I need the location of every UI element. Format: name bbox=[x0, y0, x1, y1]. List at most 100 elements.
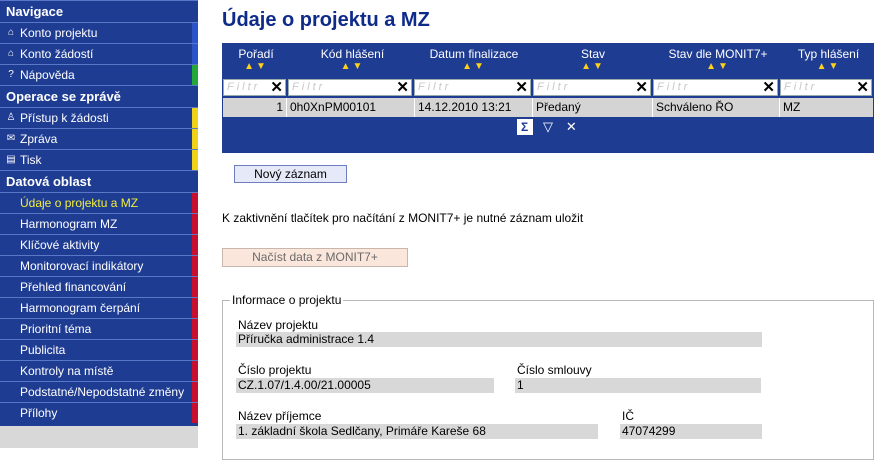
sidebar-item-color-bar bbox=[192, 382, 198, 402]
sidebar-item-color-bar bbox=[192, 65, 198, 85]
table-row[interactable]: 1 0h0XnPM00101 14.12.2010 13:21 Předaný … bbox=[223, 98, 873, 117]
sidebar-item-label: Konto projektu bbox=[20, 26, 98, 40]
sidebar-filler bbox=[0, 426, 198, 448]
filter-input-typ[interactable]: Filtr ✕ bbox=[780, 79, 872, 96]
sidebar-section-title: Operace se zprávě bbox=[0, 85, 198, 107]
sidebar-item[interactable]: Harmonogram MZ bbox=[0, 213, 198, 234]
column-header-typ[interactable]: Typ hlášení ▲▼ bbox=[783, 47, 874, 73]
filter-input-stav-monit[interactable]: Filtr ✕ bbox=[653, 79, 778, 96]
cell-stav: Předaný bbox=[533, 98, 653, 117]
sort-arrows-icon[interactable]: ▲▼ bbox=[222, 61, 290, 73]
home-icon: ⌂ bbox=[7, 27, 15, 38]
recipient-label: Název příjemce bbox=[238, 409, 322, 423]
column-header-poradi[interactable]: Pořadí ▲▼ bbox=[222, 47, 290, 73]
sidebar-item-color-bar bbox=[192, 340, 198, 360]
filter-icon[interactable]: ▽ bbox=[540, 119, 556, 135]
column-header-datum[interactable]: Datum finalizace ▲▼ bbox=[415, 47, 533, 73]
sort-arrows-icon[interactable]: ▲▼ bbox=[783, 61, 874, 73]
sort-arrows-icon[interactable]: ▲▼ bbox=[415, 61, 533, 73]
sidebar-item-label: Publicita bbox=[20, 343, 66, 357]
filter-input-stav[interactable]: Filtr ✕ bbox=[533, 79, 651, 96]
clear-filter-icon[interactable]: ✕ bbox=[270, 78, 283, 96]
sidebar-item[interactable]: Kontroly na místě bbox=[0, 360, 198, 381]
project-info-legend: Informace o projektu bbox=[230, 293, 344, 307]
project-number-field: CZ.1.07/1.4.00/21.00005 bbox=[236, 378, 494, 393]
column-header-stav-monit[interactable]: Stav dle MONIT7+ ▲▼ bbox=[653, 47, 783, 73]
sidebar-item-label: Údaje o projektu a MZ bbox=[20, 196, 139, 210]
sidebar-item-label: Kontroly na místě bbox=[20, 364, 114, 378]
sidebar-item-color-bar bbox=[192, 150, 198, 170]
sidebar-item[interactable]: ♙ Přístup k žádosti bbox=[0, 107, 198, 128]
sum-icon[interactable]: Σ bbox=[516, 119, 533, 135]
filter-input-datum[interactable]: Filtr ✕ bbox=[414, 79, 531, 96]
envelope-icon: ✉ bbox=[6, 133, 16, 144]
sidebar-item[interactable]: Přílohy bbox=[0, 402, 198, 423]
clear-filter-icon[interactable]: ✕ bbox=[396, 78, 409, 96]
new-record-button[interactable]: Nový záznam bbox=[234, 165, 347, 183]
sidebar-item-color-bar bbox=[192, 256, 198, 276]
sidebar-item-color-bar bbox=[192, 129, 198, 149]
cell-stav-monit: Schváleno ŘO bbox=[653, 98, 780, 117]
project-number-label: Číslo projektu bbox=[238, 363, 312, 377]
clear-filter-icon[interactable]: ✕ bbox=[856, 78, 869, 96]
sidebar-item[interactable]: Přehled financování bbox=[0, 276, 198, 297]
filter-input-poradi[interactable]: Filtr ✕ bbox=[223, 79, 286, 96]
ic-label: IČ bbox=[622, 409, 634, 423]
sidebar-item[interactable]: ? Nápověda bbox=[0, 64, 198, 85]
user-icon: ♙ bbox=[6, 112, 16, 123]
sidebar-item[interactable]: Harmonogram čerpání bbox=[0, 297, 198, 318]
sort-arrows-icon[interactable]: ▲▼ bbox=[533, 61, 653, 73]
column-header-stav[interactable]: Stav ▲▼ bbox=[533, 47, 653, 73]
filter-input-kod[interactable]: Filtr ✕ bbox=[288, 79, 412, 96]
sidebar-item[interactable]: Podstatné/Nepodstatné změny bbox=[0, 381, 198, 402]
project-name-field: Příručka administrace 1.4 bbox=[236, 332, 762, 347]
sidebar-item[interactable]: ⌂ Konto žádostí bbox=[0, 43, 198, 64]
sidebar-item[interactable]: ⌂ Konto projektu bbox=[0, 22, 198, 43]
clear-filter-icon[interactable]: ✕ bbox=[635, 78, 648, 96]
sidebar-item-label: Přístup k žádosti bbox=[20, 111, 109, 125]
sidebar-item-label: Přílohy bbox=[20, 406, 58, 420]
cell-poradi: 1 bbox=[223, 98, 287, 117]
sidebar-item-color-bar bbox=[192, 44, 198, 64]
contract-number-label: Číslo smlouvy bbox=[517, 363, 592, 377]
clear-filter-icon[interactable]: ✕ bbox=[563, 119, 579, 135]
sidebar-item[interactable]: Klíčové aktivity bbox=[0, 234, 198, 255]
clear-filter-icon[interactable]: ✕ bbox=[515, 78, 528, 96]
sidebar-item-label: Monitorovací indikátory bbox=[20, 259, 144, 273]
sidebar-item[interactable]: Publicita bbox=[0, 339, 198, 360]
sidebar-item-label: Podstatné/Nepodstatné změny bbox=[20, 385, 185, 399]
page-title: Údaje o projektu a MZ bbox=[222, 9, 430, 31]
column-header-kod[interactable]: Kód hlášení ▲▼ bbox=[290, 47, 415, 73]
sidebar: Navigace ⌂ Konto projektu ⌂ Konto žádostí? Ná… bbox=[0, 0, 198, 448]
sidebar-item-color-bar bbox=[192, 361, 198, 381]
sidebar-item-color-bar bbox=[192, 298, 198, 318]
sidebar-item[interactable]: ✉ Zpráva bbox=[0, 128, 198, 149]
hint-text: K zaktivnění tlačítek pro načítání z MON… bbox=[222, 211, 584, 225]
sidebar-item-label: Zpráva bbox=[20, 132, 58, 146]
sidebar-item[interactable]: Monitorovací indikátory bbox=[0, 255, 198, 276]
cell-kod: 0h0XnPM00101 bbox=[287, 98, 415, 117]
sidebar-item-label: Nápověda bbox=[20, 68, 75, 82]
sidebar-item[interactable]: Prioritní téma bbox=[0, 318, 198, 339]
sort-arrows-icon[interactable]: ▲▼ bbox=[290, 61, 415, 73]
grid-toolbar: Σ ▽ ✕ bbox=[222, 119, 874, 135]
sidebar-item-color-bar bbox=[192, 235, 198, 255]
sidebar-item-label: Klíčové aktivity bbox=[20, 238, 100, 252]
records-grid: Pořadí ▲▼ Kód hlášení ▲▼ Datum finalizace ▲… bbox=[222, 43, 874, 153]
sidebar-item[interactable]: ▤ Tisk bbox=[0, 149, 198, 170]
sidebar-item-label: Přehled financování bbox=[20, 280, 127, 294]
recipient-field: 1. základní škola Sedlčany, Primáře Kare… bbox=[236, 424, 598, 439]
sidebar-item-label: Konto žádostí bbox=[20, 47, 94, 61]
cell-datum: 14.12.2010 13:21 bbox=[415, 98, 533, 117]
contract-number-field: 1 bbox=[515, 378, 761, 393]
sort-arrows-icon[interactable]: ▲▼ bbox=[653, 61, 783, 73]
load-monit-button[interactable]: Načíst data z MONIT7+ bbox=[222, 248, 408, 267]
sidebar-item-color-bar bbox=[192, 23, 198, 43]
sidebar-item-color-bar bbox=[192, 277, 198, 297]
sidebar-item-color-bar bbox=[192, 319, 198, 339]
sidebar-item-label: Tisk bbox=[20, 153, 42, 167]
sidebar-item-color-bar bbox=[192, 108, 198, 128]
clear-filter-icon[interactable]: ✕ bbox=[762, 78, 775, 96]
sidebar-item[interactable]: Údaje o projektu a MZ bbox=[0, 192, 198, 213]
sidebar-item-label: Prioritní téma bbox=[20, 322, 92, 336]
